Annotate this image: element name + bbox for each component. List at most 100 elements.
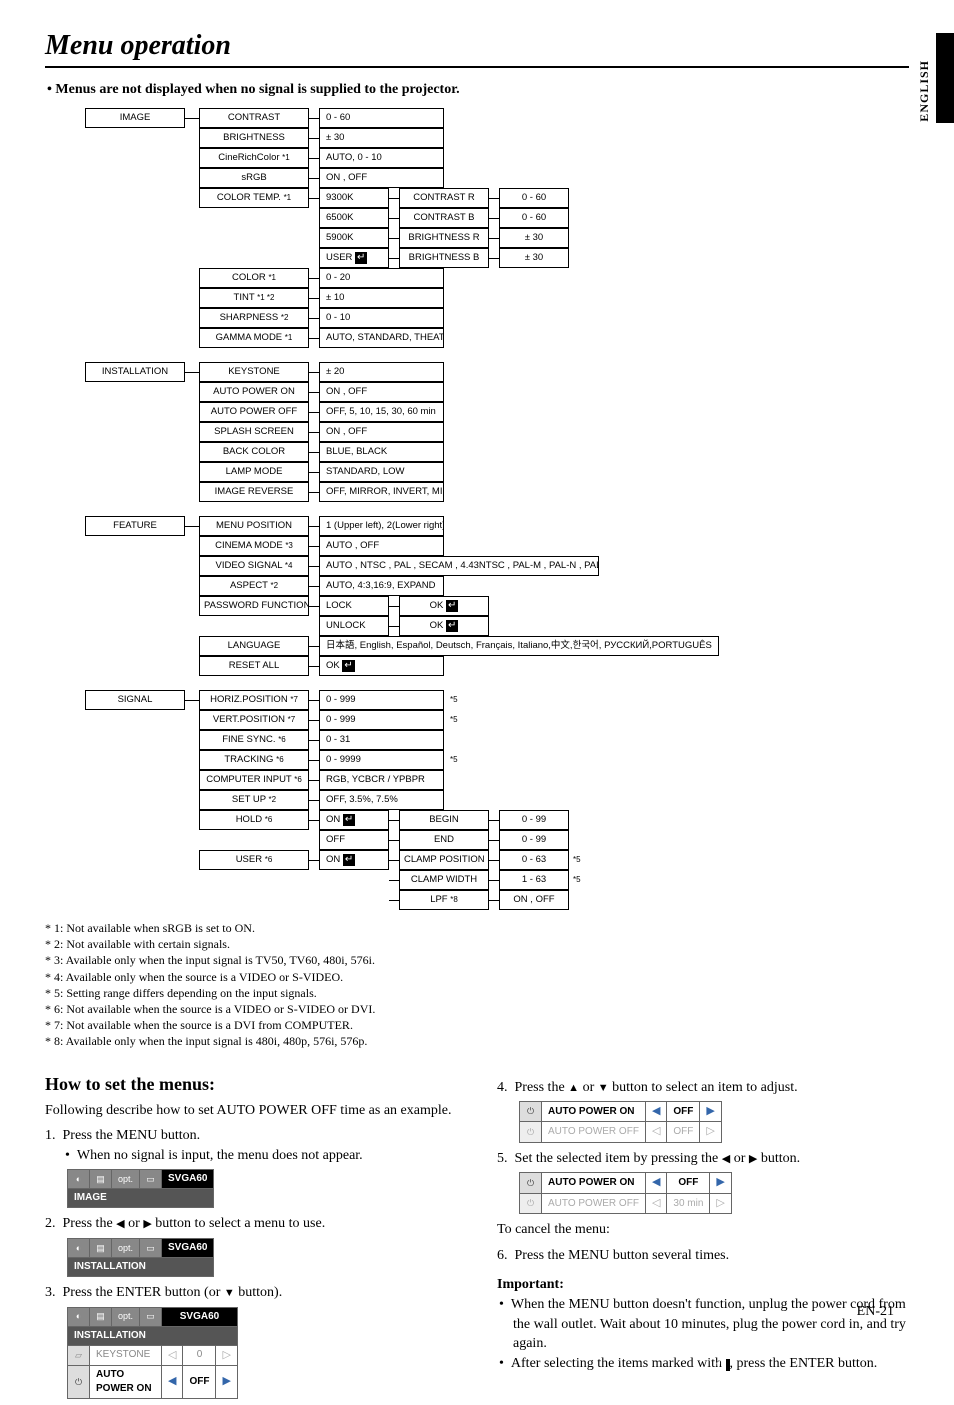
side-tab xyxy=(936,33,954,123)
t: Press the MENU button several times. xyxy=(515,1248,730,1263)
tree-cell: CLAMP POSITION xyxy=(399,850,489,870)
footnote: * 2: Not available with certain signals. xyxy=(45,936,909,952)
tree-cell: BACK COLOR xyxy=(199,442,309,462)
tree-cell: 0 - 999 xyxy=(319,710,444,730)
osd-row-value: OFF xyxy=(667,1173,710,1193)
tree-cell: AUTO , OFF xyxy=(319,536,444,556)
osd-row-label: AUTO POWER OFF xyxy=(542,1122,646,1142)
tree-cell: 0 - 20 xyxy=(319,268,444,288)
tree-cell: END xyxy=(399,830,489,850)
osd-mode: SVGA60 xyxy=(162,1307,238,1326)
tree-cell: SHARPNESS *2 xyxy=(199,308,309,328)
tree-cell: AUTO POWER ON xyxy=(199,382,309,402)
tree-cell: 0 - 10 xyxy=(319,308,444,328)
howto-left: How to set the menus: Following describe… xyxy=(45,1072,457,1405)
tree-cell: MENU POSITION xyxy=(199,516,309,536)
osd-row-label: KEYSTONE xyxy=(90,1345,162,1365)
footnote: * 6: Not available when the source is a … xyxy=(45,1001,909,1017)
footnote: * 4: Available only when the source is a… xyxy=(45,969,909,985)
tree-cell: FINE SYNC. *6 xyxy=(199,730,309,750)
howto-heading: How to set the menus: xyxy=(45,1072,457,1097)
t: Press the xyxy=(63,1216,117,1231)
down-icon xyxy=(598,1080,609,1095)
tree-cell: RGB, YCBCR / YPBPR xyxy=(319,770,444,790)
tree-cell: IMAGE xyxy=(85,108,185,128)
tree-cell: 0 - 99 xyxy=(499,830,569,850)
tree-cell: AUTO , NTSC , PAL , SECAM , 4.43NTSC , P… xyxy=(319,556,599,576)
footnote: * 3: Available only when the input signa… xyxy=(45,952,909,968)
tree-cell: AUTO, 0 - 10 xyxy=(319,148,444,168)
osd-row-label: AUTO POWER ON xyxy=(542,1102,646,1122)
language-label: ENGLISH xyxy=(917,60,932,122)
t: Press the xyxy=(515,1080,569,1095)
tree-cell: TRACKING *6 xyxy=(199,750,309,770)
t: , press the ENTER button. xyxy=(730,1356,878,1371)
osd-row-value: 0 xyxy=(183,1345,216,1365)
t: When the MENU button doesn't function, u… xyxy=(511,1297,906,1351)
tree-cell: OFF, 3.5%, 7.5% xyxy=(319,790,444,810)
right-icon xyxy=(222,1375,230,1387)
osd-step1: ◐ ▤ opt. ▭ SVGA60 IMAGE xyxy=(67,1169,214,1208)
osd-mode: SVGA60 xyxy=(162,1170,214,1189)
osd-row-value: OFF xyxy=(183,1366,216,1399)
up-icon xyxy=(568,1080,579,1095)
osd-tab-icon: ▭ xyxy=(140,1170,162,1189)
footnote: * 1: Not available when sRGB is set to O… xyxy=(45,920,909,936)
tree-cell: USER ↵ xyxy=(319,248,389,268)
tree-cell: COMPUTER INPUT *6 xyxy=(199,770,309,790)
tree-cell: INSTALLATION xyxy=(85,362,185,382)
t: or xyxy=(579,1080,598,1095)
step-3: 3. Press the ENTER button (or button). xyxy=(45,1283,457,1303)
important-1: • When the MENU button doesn't function,… xyxy=(497,1295,909,1354)
page-title: Menu operation xyxy=(45,30,909,68)
t: Set the selected item by pressing the xyxy=(515,1151,722,1166)
tree-cell: 0 - 60 xyxy=(319,108,444,128)
osd-row-value: OFF xyxy=(667,1122,700,1142)
tree-cell: COLOR *1 xyxy=(199,268,309,288)
tree-cell: 0 - 99 xyxy=(499,810,569,830)
tree-cell: ON , OFF xyxy=(499,890,569,910)
tree-cell: USER *6 xyxy=(199,850,309,870)
page-number: EN-21 xyxy=(857,1304,894,1320)
left-icon xyxy=(168,1349,176,1361)
tree-cell: ± 30 xyxy=(499,228,569,248)
step-4: 4. Press the or button to select an item… xyxy=(497,1078,909,1098)
tree-cell: OFF xyxy=(319,830,389,850)
right-icon xyxy=(706,1125,714,1137)
tree-cell: AUTO, STANDARD, THEATER1, THEATER2 xyxy=(319,328,444,348)
tree-cell: BLUE, BLACK xyxy=(319,442,444,462)
left-icon xyxy=(652,1197,660,1209)
osd-row-label: AUTO POWER ON xyxy=(90,1366,162,1399)
t: Press the ENTER button (or xyxy=(63,1285,224,1300)
step-1: 1. Press the MENU button. xyxy=(45,1126,457,1146)
tree-cell: 9300K xyxy=(319,188,389,208)
tree-cell: HORIZ.POSITION *7 xyxy=(199,690,309,710)
important-2: • After selecting the items marked with … xyxy=(497,1354,909,1374)
tree-cell: CONTRAST B xyxy=(399,208,489,228)
right-icon xyxy=(706,1105,714,1117)
tree-cell: ON ↵ xyxy=(319,850,389,870)
cancel-heading: To cancel the menu: xyxy=(497,1220,909,1240)
osd-tab-icon: ◐ xyxy=(68,1170,90,1189)
howto-right: 4. Press the or button to select an item… xyxy=(497,1072,909,1405)
tree-cell: STANDARD, LOW xyxy=(319,462,444,482)
tree-cell: BRIGHTNESS R xyxy=(399,228,489,248)
tree-cell: 0 - 63 xyxy=(499,850,569,870)
tree-cell: ON , OFF xyxy=(319,422,444,442)
tree-cell: ON ↵ xyxy=(319,810,389,830)
tree-cell: CONTRAST xyxy=(199,108,309,128)
step-1-sub-text: When no signal is input, the menu does n… xyxy=(77,1148,363,1163)
left-icon xyxy=(652,1125,660,1137)
t: After selecting the items marked with xyxy=(511,1356,726,1371)
tree-cell: KEYSTONE xyxy=(199,362,309,382)
tree-cell: COLOR TEMP. *1 xyxy=(199,188,309,208)
tree-cell: AUTO POWER OFF xyxy=(199,402,309,422)
osd-tab-icon: ▤ xyxy=(90,1170,112,1189)
tree-cell: 6500K xyxy=(319,208,389,228)
t: button. xyxy=(757,1151,800,1166)
tree-cell: LPF *8 xyxy=(399,890,489,910)
step-5: 5. Set the selected item by pressing the… xyxy=(497,1149,909,1169)
tree-cell: 1 - 63 xyxy=(499,870,569,890)
tree-cell: OK ↵ xyxy=(399,616,489,636)
t: or xyxy=(125,1216,144,1231)
